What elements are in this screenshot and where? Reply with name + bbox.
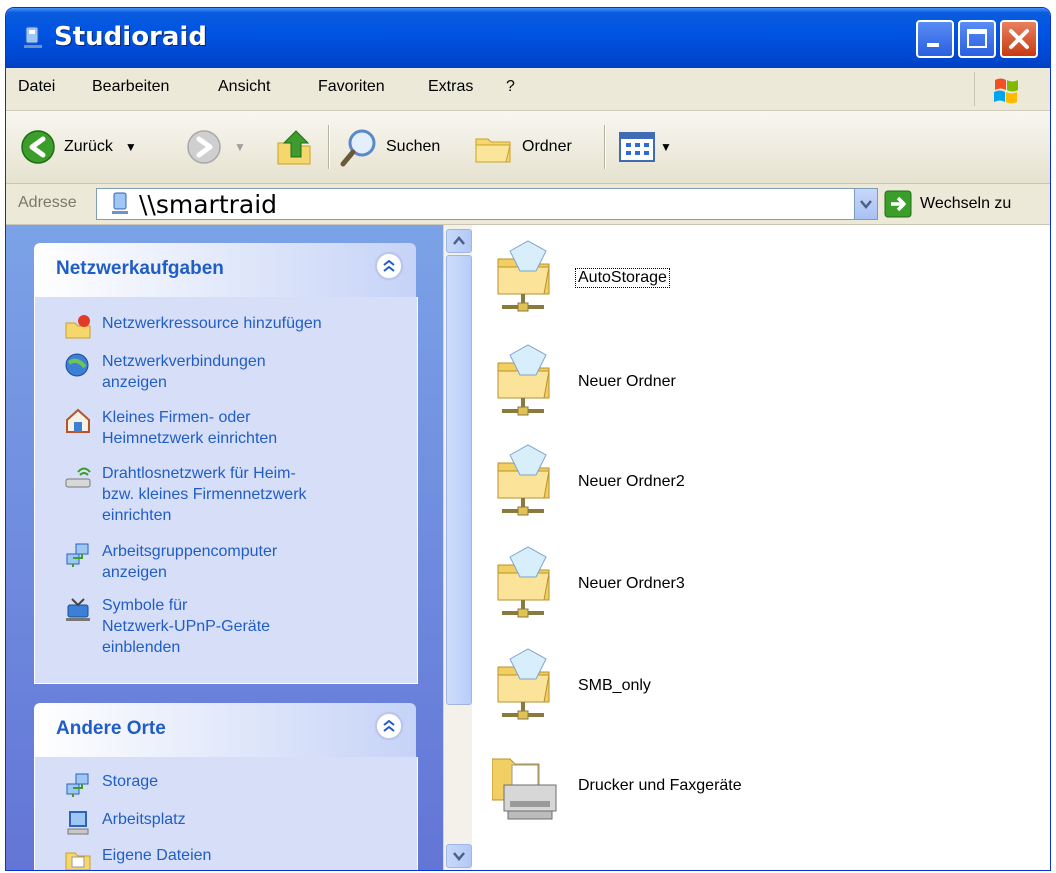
maximize-button[interactable] [958, 20, 996, 58]
address-value: \\smartraid [139, 190, 278, 219]
shared-folder-icon [497, 344, 550, 416]
share-item[interactable]: Neuer Ordner3 [492, 543, 1012, 633]
toolbar: Zurück ▼ ▼ Suchen Ordner ▼ [6, 111, 1050, 184]
chevron-up-icon [383, 719, 395, 732]
go-label: Wechseln zu [920, 195, 1012, 212]
folders-button[interactable]: Ordner [474, 127, 572, 167]
task-network-connections[interactable]: Netzwerkverbindungen anzeigen [64, 351, 266, 393]
other-places-title: Andere Orte [56, 718, 166, 739]
network-workgroup-icon [66, 773, 89, 797]
folders-label: Ordner [522, 138, 572, 155]
network-share-icon [24, 26, 42, 48]
search-label: Suchen [386, 138, 441, 155]
other-places-header[interactable]: Andere Orte [34, 703, 416, 757]
other-places-collapse-button[interactable] [376, 713, 402, 739]
task-add-network-place[interactable]: Netzwerkressource hinzufügen [64, 313, 322, 341]
forward-dropdown-icon[interactable]: ▼ [234, 140, 246, 154]
menu-favoriten[interactable]: Favoriten [318, 78, 385, 96]
menu-bar: Datei Bearbeiten Ansicht Favoriten Extra… [6, 68, 1050, 111]
network-tasks-collapse-button[interactable] [376, 253, 402, 279]
back-dropdown-icon[interactable]: ▼ [125, 140, 137, 154]
shared-folder-icon [497, 240, 550, 312]
shared-folder-icon [497, 444, 550, 516]
share-item[interactable]: Neuer Ordner [492, 341, 1012, 431]
task-pane: Netzwerkaufgaben Netzwerkressource hinzu… [6, 225, 443, 870]
file-list: AutoStorage Neuer Ordner Neuer Ordner2 N… [472, 225, 1050, 870]
scroll-down-button[interactable] [446, 844, 472, 868]
scroll-up-icon [453, 236, 465, 245]
upnp-devices-icon [66, 598, 90, 621]
go-arrow-icon [884, 190, 912, 218]
back-button[interactable]: Zurück ▼ [20, 127, 137, 167]
address-input[interactable]: \\smartraid [96, 188, 878, 220]
views-icon [619, 132, 655, 162]
workgroup-computers-icon [66, 543, 89, 567]
close-icon [1009, 29, 1029, 49]
task-pane-scrollbar[interactable] [443, 225, 472, 870]
network-tasks-header[interactable]: Netzwerkaufgaben [34, 243, 416, 297]
minimize-button[interactable] [916, 20, 954, 58]
shared-folder-icon [497, 546, 550, 618]
close-button[interactable] [1000, 20, 1038, 58]
task-workgroup-computers[interactable]: Arbeitsgruppencomputer anzeigen [64, 541, 277, 583]
home-network-setup-icon [66, 408, 90, 433]
search-button[interactable]: Suchen [340, 127, 440, 167]
minimize-icon [927, 43, 939, 47]
wireless-network-icon [65, 467, 91, 488]
title-bar[interactable]: Studioraid [6, 8, 1050, 68]
shared-folder-icon [497, 648, 550, 720]
address-bar: Adresse \\smartraid Wechseln zu [6, 184, 1050, 225]
my-documents-icon [65, 852, 91, 870]
folders-icon [475, 138, 511, 163]
share-item[interactable]: AutoStorage [492, 237, 1012, 327]
menu-bearbeiten[interactable]: Bearbeiten [92, 78, 169, 96]
explorer-window: Studioraid Datei Bearbeiten Ansicht Favo… [6, 8, 1050, 870]
forward-button[interactable]: ▼ [186, 127, 246, 167]
chevron-down-icon [860, 200, 872, 209]
task-upnp-devices[interactable]: Symbole für Netzwerk-UPnP-Geräte einblen… [64, 595, 270, 658]
place-storage[interactable]: Storage [64, 771, 158, 799]
folder-up-icon [277, 130, 311, 165]
windows-logo [974, 72, 1035, 106]
share-item[interactable]: Drucker und Faxgeräte [492, 745, 1012, 835]
scroll-thumb[interactable] [446, 255, 472, 705]
window-title: Studioraid [54, 22, 207, 52]
printers-faxes-icon [492, 758, 557, 820]
views-button[interactable]: ▼ [618, 127, 672, 167]
task-wireless-network[interactable]: Drahtlosnetzwerk für Heim- bzw. kleines … [64, 463, 307, 526]
toolbar-separator [328, 125, 330, 169]
menu-help[interactable]: ? [506, 78, 515, 96]
chevron-up-icon [383, 259, 395, 272]
windows-flag-icon [994, 78, 1018, 104]
menu-ansicht[interactable]: Ansicht [218, 78, 270, 96]
network-computer-icon [112, 192, 128, 214]
place-my-documents[interactable]: Eigene Dateien [64, 845, 211, 870]
menu-datei[interactable]: Datei [18, 78, 55, 96]
place-my-computer[interactable]: Arbeitsplatz [64, 809, 186, 837]
forward-arrow-icon [187, 130, 221, 164]
menu-extras[interactable]: Extras [428, 78, 473, 96]
network-tasks-title: Netzwerkaufgaben [56, 258, 224, 279]
search-icon [340, 129, 376, 167]
toolbar-separator [604, 125, 606, 169]
scroll-down-icon [453, 852, 465, 861]
maximize-icon [967, 29, 987, 48]
share-item[interactable]: SMB_only [492, 645, 1012, 735]
back-arrow-icon [21, 130, 55, 164]
go-button[interactable]: Wechseln zu [884, 190, 1011, 218]
network-connections-icon [65, 353, 89, 377]
back-label: Zurück [64, 138, 113, 155]
task-home-network-setup[interactable]: Kleines Firmen- oder Heimnetzwerk einric… [64, 407, 277, 449]
up-button[interactable] [274, 127, 314, 167]
add-network-place-icon [65, 315, 91, 339]
scroll-up-button[interactable] [446, 229, 472, 253]
my-computer-icon [67, 811, 89, 835]
address-label: Adresse [18, 194, 77, 211]
address-dropdown-button[interactable] [854, 189, 877, 219]
views-dropdown-icon[interactable]: ▼ [660, 140, 672, 154]
share-item[interactable]: Neuer Ordner2 [492, 441, 1012, 531]
